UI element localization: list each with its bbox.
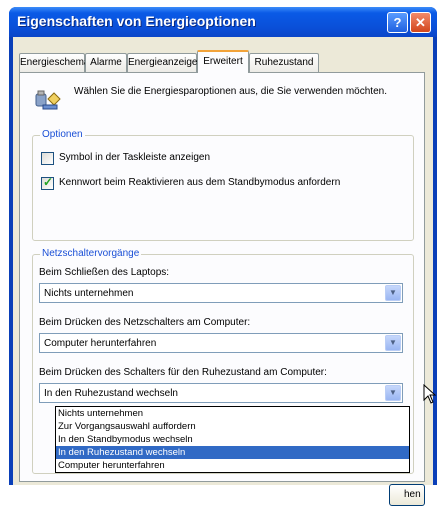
close-icon: ✕ (415, 15, 426, 30)
lid-close-value: Nichts unternehmen (44, 288, 134, 299)
dropdown-option[interactable]: In den Standbymodus wechseln (56, 433, 409, 446)
tab-energieanzeige[interactable]: Energieanzeige (127, 53, 198, 72)
taskbar-icon-label: Symbol in der Taskleiste anzeigen (59, 152, 211, 163)
close-button[interactable]: ✕ (410, 12, 431, 33)
password-label: Kennwort beim Reaktivieren aus dem Stand… (59, 177, 341, 188)
power-button-value: Computer herunterfahren (44, 338, 157, 349)
dropdown-option[interactable]: Zur Vorgangsauswahl auffordern (56, 420, 409, 433)
options-group-label: Optionen (40, 129, 85, 140)
power-buttons-group-label: Netzschaltervorgänge (40, 248, 142, 259)
check-icon: ✓ (43, 175, 54, 189)
lid-close-select[interactable]: Nichts unternehmen ▼ (39, 283, 403, 303)
window-title: Eigenschaften von Energieoptionen (17, 13, 256, 29)
options-group: Optionen Symbol in der Taskleiste anzeig… (32, 129, 414, 241)
sleep-button-value: In den Ruhezustand wechseln (44, 388, 178, 399)
chevron-down-icon[interactable]: ▼ (385, 285, 401, 301)
mouse-pointer-icon (423, 384, 437, 404)
taskbar-icon-checkbox[interactable] (41, 152, 54, 165)
tab-erweitert[interactable]: Erweitert (197, 50, 249, 73)
cancel-button-partial[interactable]: hen (389, 484, 425, 506)
sleep-button-label: Beim Drücken des Schalters für den Ruhez… (39, 367, 327, 378)
tab-ruhezustand[interactable]: Ruhezustand (249, 53, 319, 72)
title-bar[interactable]: Eigenschaften von Energieoptionen ? ✕ (9, 7, 437, 37)
help-icon: ? (393, 15, 402, 30)
password-checkbox[interactable]: ✓ (41, 175, 54, 190)
power-options-icon (35, 90, 61, 110)
help-button[interactable]: ? (387, 12, 408, 33)
tab-energieschemas[interactable]: Energieschemas (19, 53, 94, 72)
tab-strip: Energieschemas Alarme Energieanzeige Erw… (19, 50, 429, 73)
dropdown-option[interactable]: Computer herunterfahren (56, 459, 409, 472)
power-button-label: Beim Drücken des Netzschalters am Comput… (39, 317, 251, 328)
dropdown-option[interactable]: Nichts unternehmen (56, 407, 409, 420)
dropdown-option-selected[interactable]: In den Ruhezustand wechseln (56, 446, 409, 459)
sleep-button-select[interactable]: In den Ruhezustand wechseln ▼ (39, 383, 403, 403)
sleep-button-dropdown-list[interactable]: Nichts unternehmen Zur Vorgangsauswahl a… (55, 406, 410, 473)
chevron-down-icon[interactable]: ▼ (385, 335, 401, 351)
power-button-select[interactable]: Computer herunterfahren ▼ (39, 333, 403, 353)
chevron-down-icon[interactable]: ▼ (385, 385, 401, 401)
lid-close-label: Beim Schließen des Laptops: (39, 267, 170, 278)
intro-text: Wählen Sie die Energiesparoptionen aus, … (74, 86, 387, 97)
tab-alarme[interactable]: Alarme (85, 53, 127, 72)
